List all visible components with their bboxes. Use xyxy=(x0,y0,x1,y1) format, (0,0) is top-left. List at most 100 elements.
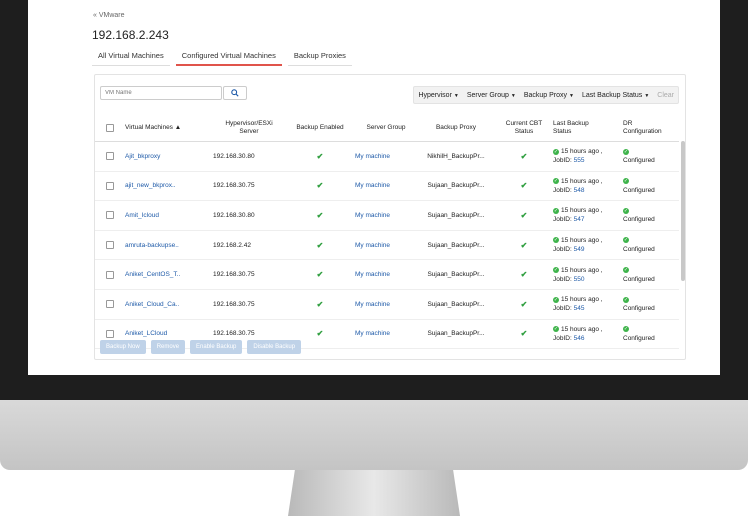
disable-backup-button[interactable]: Disable Backup xyxy=(247,340,302,354)
backup-now-button[interactable]: Backup Now xyxy=(100,340,146,354)
backup-proxy: Sujaan_BackupPr... xyxy=(417,259,495,290)
check-circle-icon: ✓ xyxy=(553,237,559,244)
search-button[interactable] xyxy=(223,86,247,100)
col-backup-enabled: Backup Enabled xyxy=(285,115,355,142)
check-circle-icon: ✓ xyxy=(623,296,629,303)
row-checkbox[interactable] xyxy=(106,181,114,190)
sort-asc-icon: ▲ xyxy=(174,124,182,131)
vm-name-link[interactable]: Aniket_LCloud xyxy=(125,330,167,337)
table-row[interactable]: amruta-backupse.. 192.168.2.42 ✔ My machine… xyxy=(95,230,679,261)
job-id-link[interactable]: 545 xyxy=(574,305,585,312)
col-backup-proxy: Backup Proxy xyxy=(417,115,495,142)
check-icon: ✔ xyxy=(520,240,528,250)
filter-server-group[interactable]: Server Group ▼ xyxy=(467,92,516,99)
dr-configuration: ✓ Configured xyxy=(623,200,679,231)
vm-name-link[interactable]: ajit_new_bkprox.. xyxy=(125,182,176,189)
job-id-link[interactable]: 555 xyxy=(574,157,585,164)
server-group-link[interactable]: My machine xyxy=(355,242,390,249)
filter-last-backup-status[interactable]: Last Backup Status ▼ xyxy=(582,92,649,99)
row-checkbox[interactable] xyxy=(106,241,114,250)
backup-proxy: Sujaan_BackupPr... xyxy=(417,289,495,320)
table-row[interactable]: Ajit_bkproxy 192.168.30.80 ✔ My machine Nikh… xyxy=(95,141,679,172)
row-checkbox[interactable] xyxy=(106,211,114,220)
col-virtual-machines[interactable]: Virtual Machines ▲ xyxy=(125,115,213,142)
row-select-cell xyxy=(95,289,125,320)
tab-backup-proxies[interactable]: Backup Proxies xyxy=(287,50,352,66)
remove-button[interactable]: Remove xyxy=(150,340,186,354)
enable-backup-button[interactable]: Enable Backup xyxy=(190,340,243,354)
table-header: Virtual Machines ▲ Hypervisor/ESXi Server… xyxy=(95,115,679,142)
table-row[interactable]: Amit_Icloud 192.168.30.80 ✔ My machine Sujaa… xyxy=(95,200,679,231)
server-group-link[interactable]: My machine xyxy=(355,271,390,278)
check-circle-icon: ✓ xyxy=(553,178,559,185)
tab-configured-vms[interactable]: Configured Virtual Machines xyxy=(175,50,282,66)
hypervisor-server: 192.168.30.75 xyxy=(213,259,285,290)
check-circle-icon: ✓ xyxy=(623,237,629,244)
vm-table-body: Ajit_bkproxy 192.168.30.80 ✔ My machine Nikh… xyxy=(95,141,679,350)
app-screen: « VMware 192.168.2.243 All Virtual Machi… xyxy=(28,0,720,375)
job-id-link[interactable]: 549 xyxy=(574,246,585,253)
vm-name-link[interactable]: Aniket_CentOS_T.. xyxy=(125,271,180,278)
row-checkbox[interactable] xyxy=(106,270,114,279)
check-icon: ✔ xyxy=(520,181,528,191)
backup-proxy: Sujaan_BackupPr... xyxy=(417,171,495,202)
col-dr-configuration: DR Configuration xyxy=(623,115,679,142)
check-circle-icon: ✓ xyxy=(553,296,559,303)
server-group-link[interactable]: My machine xyxy=(355,301,390,308)
row-checkbox[interactable] xyxy=(106,300,114,309)
check-circle-icon: ✓ xyxy=(623,266,629,273)
vm-name-link[interactable]: amruta-backupse.. xyxy=(125,242,179,249)
backup-proxy: Sujaan_BackupPr... xyxy=(417,230,495,261)
table-row[interactable]: ajit_new_bkprox.. 192.168.30.75 ✔ My machin… xyxy=(95,171,679,202)
dr-configuration: ✓ Configured xyxy=(623,141,679,172)
tab-all-vms[interactable]: All Virtual Machines xyxy=(92,50,170,66)
server-group-link[interactable]: My machine xyxy=(355,182,390,189)
check-circle-icon: ✓ xyxy=(623,148,629,155)
hypervisor-server: 192.168.30.80 xyxy=(213,200,285,231)
server-group-link[interactable]: My machine xyxy=(355,330,390,337)
table-row[interactable]: Aniket_Cloud_Ca.. 192.168.30.75 ✔ My machin… xyxy=(95,289,679,320)
monitor-chin xyxy=(0,400,748,470)
check-circle-icon: ✓ xyxy=(553,207,559,214)
last-backup-status: ✓ 15 hours ago , JobID: 547 xyxy=(553,200,623,231)
backup-proxy: Sujaan_BackupPr... xyxy=(417,200,495,231)
monitor-stand xyxy=(288,470,460,516)
search-input[interactable] xyxy=(100,86,222,100)
check-circle-icon: ✓ xyxy=(553,326,559,333)
check-icon: ✔ xyxy=(520,329,528,339)
vm-panel: Hypervisor▼ Server Group▼ Backup Proxy▼ … xyxy=(94,74,686,360)
check-icon: ✔ xyxy=(520,270,528,280)
col-server-group: Server Group xyxy=(355,115,417,142)
job-id-link[interactable]: 546 xyxy=(574,335,585,342)
server-group-link[interactable]: My machine xyxy=(355,153,390,160)
check-icon: ✔ xyxy=(316,181,324,191)
check-circle-icon: ✓ xyxy=(623,207,629,214)
row-select-cell xyxy=(95,141,125,172)
page-title: 192.168.2.243 xyxy=(92,28,169,42)
job-id-link[interactable]: 548 xyxy=(574,187,585,194)
vm-name-link[interactable]: Aniket_Cloud_Ca.. xyxy=(125,301,179,308)
server-group-link[interactable]: My machine xyxy=(355,212,390,219)
job-id-link[interactable]: 550 xyxy=(574,276,585,283)
vm-name-link[interactable]: Ajit_bkproxy xyxy=(125,153,160,160)
hypervisor-server: 192.168.30.80 xyxy=(213,141,285,172)
dr-configuration: ✓ Configured xyxy=(623,230,679,261)
filter-hypervisor[interactable]: Hypervisor ▼ xyxy=(418,92,458,99)
caret-down-icon: ▼ xyxy=(569,92,574,99)
row-select-cell xyxy=(95,230,125,261)
row-checkbox[interactable] xyxy=(106,329,114,338)
dr-configuration: ✓ Configured xyxy=(623,289,679,320)
filter-backup-proxy[interactable]: Backup Proxy ▼ xyxy=(524,92,574,99)
row-checkbox[interactable] xyxy=(106,152,114,161)
select-all-checkbox[interactable] xyxy=(106,123,114,132)
check-icon: ✔ xyxy=(316,270,324,280)
check-circle-icon: ✓ xyxy=(623,178,629,185)
vm-name-link[interactable]: Amit_Icloud xyxy=(125,212,159,219)
check-icon: ✔ xyxy=(316,151,324,161)
clear-filters-button[interactable]: Clear xyxy=(657,92,674,99)
filter-bar: Hypervisor ▼ Server Group ▼ Backup Proxy ▼ … xyxy=(413,86,679,104)
table-scrollbar[interactable] xyxy=(681,141,685,281)
job-id-link[interactable]: 547 xyxy=(574,216,585,223)
breadcrumb[interactable]: « VMware xyxy=(93,12,125,19)
table-row[interactable]: Aniket_CentOS_T.. 192.168.30.75 ✔ My machin… xyxy=(95,259,679,290)
